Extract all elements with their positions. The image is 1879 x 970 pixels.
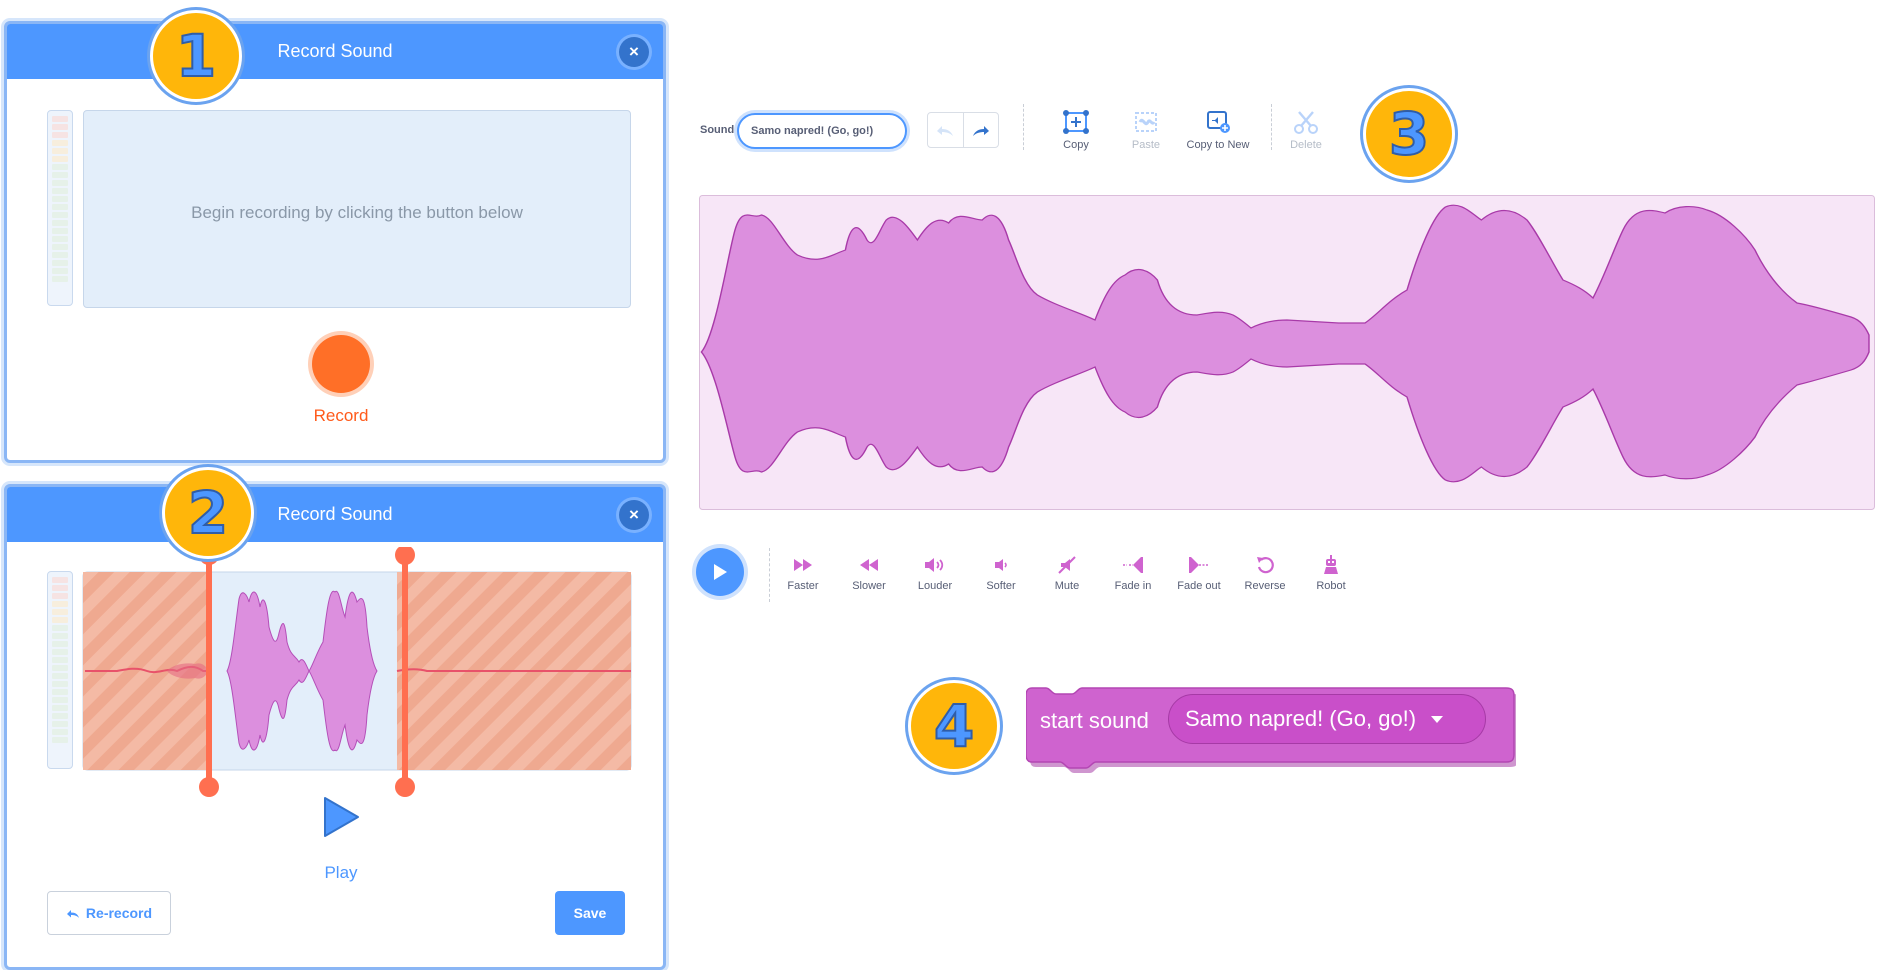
step-badge-3: 3 — [1363, 88, 1455, 180]
dropdown-value: Samo napred! (Go, go!) — [1185, 706, 1417, 731]
undo-arrow-icon — [66, 910, 79, 918]
dialog-title: Record Sound — [277, 504, 393, 524]
level-meter — [47, 110, 73, 306]
block-label: start sound — [1040, 708, 1149, 733]
undo-button[interactable] — [928, 113, 964, 147]
effect-robot[interactable]: Robot — [1298, 554, 1364, 592]
copy-icon — [1063, 110, 1089, 134]
delete-label: Delete — [1290, 139, 1322, 151]
step-badge-4: 4 — [908, 680, 1000, 772]
step-badge-2: 2 — [162, 467, 254, 559]
rerecord-label: Re-record — [85, 905, 153, 921]
slower-icon — [860, 559, 878, 571]
scissors-icon — [1294, 111, 1318, 134]
softer-icon — [995, 559, 1007, 571]
record-sound-dialog-empty: Record Sound × Begin recording by clicki… — [4, 21, 666, 463]
recording-hint: Begin recording by clicking the button b… — [191, 203, 523, 222]
sound-name-input[interactable]: Samo napred! (Go, go!) — [737, 113, 907, 149]
sound-name-label: Sound — [700, 124, 735, 136]
paste-label: Paste — [1131, 139, 1161, 151]
fade-out-icon — [1189, 557, 1209, 573]
sound-waveform[interactable] — [699, 195, 1875, 510]
copy-to-new-icon — [1207, 111, 1230, 133]
play-icon — [714, 564, 727, 580]
reverse-icon — [1257, 557, 1274, 574]
level-meter — [47, 571, 73, 769]
close-button[interactable]: × — [619, 37, 649, 67]
effect-softer[interactable]: Softer — [968, 554, 1034, 592]
copy-to-new-label: Copy to New — [1186, 139, 1250, 151]
rerecord-button[interactable]: Re-record — [47, 891, 171, 935]
mute-icon — [1058, 556, 1076, 574]
undo-redo-group — [927, 112, 999, 148]
effect-louder[interactable]: Louder — [902, 554, 968, 592]
recording-area: Begin recording by clicking the button b… — [83, 110, 631, 308]
robot-icon — [1324, 555, 1338, 574]
copy-to-new-tool[interactable]: Copy to New — [1178, 109, 1258, 151]
effect-fade-in[interactable]: Fade in — [1100, 554, 1166, 592]
play-icon[interactable] — [321, 795, 361, 839]
paste-tool[interactable]: Paste — [1106, 109, 1186, 151]
dialog-title: Record Sound — [277, 41, 393, 61]
louder-icon — [925, 558, 944, 572]
delete-tool[interactable]: Delete — [1266, 109, 1346, 151]
chevron-down-icon — [1431, 715, 1444, 723]
redo-button[interactable] — [964, 113, 999, 147]
record-sound-dialog-recorded: Record Sound × Play Re-record Save — [4, 484, 666, 970]
dialog-header: Record Sound × — [7, 24, 663, 79]
faster-icon — [794, 559, 812, 571]
redo-icon — [972, 126, 989, 136]
effect-faster[interactable]: Faster — [770, 554, 836, 592]
paste-icon — [1135, 112, 1157, 132]
dialog-header: Record Sound × — [7, 487, 663, 542]
play-sound-button[interactable] — [696, 548, 744, 596]
step-badge-1: 1 — [150, 10, 242, 102]
play-label: Play — [324, 863, 358, 882]
close-icon: × — [629, 505, 639, 524]
record-button[interactable] — [312, 335, 370, 393]
fade-in-icon — [1123, 557, 1143, 573]
toolbar-divider — [1023, 104, 1024, 150]
trimmed-waveform — [82, 547, 632, 797]
copy-label: Copy — [1063, 139, 1089, 151]
close-button[interactable]: × — [619, 500, 649, 530]
effect-reverse[interactable]: Reverse — [1232, 554, 1298, 592]
close-icon: × — [629, 42, 639, 61]
copy-tool[interactable]: Copy — [1036, 109, 1116, 151]
undo-icon — [937, 126, 954, 136]
save-button[interactable]: Save — [555, 891, 625, 935]
effect-slower[interactable]: Slower — [836, 554, 902, 592]
sound-dropdown[interactable]: Samo napred! (Go, go!) — [1168, 694, 1486, 744]
effect-fade-out[interactable]: Fade out — [1166, 554, 1232, 592]
effect-mute[interactable]: Mute — [1034, 554, 1100, 592]
record-label: Record — [313, 406, 369, 425]
